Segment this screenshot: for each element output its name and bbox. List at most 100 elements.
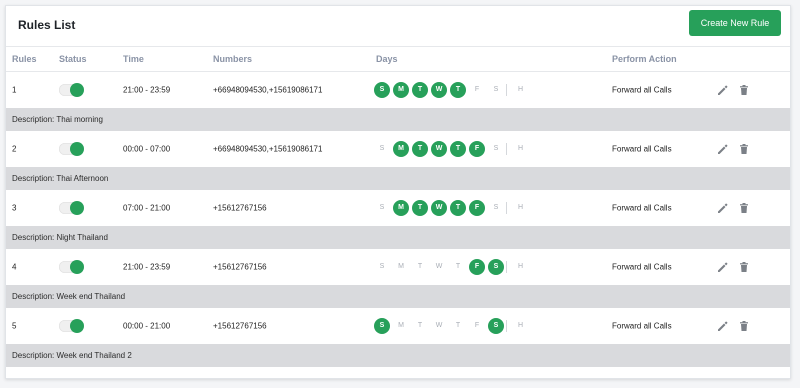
- day-chip[interactable]: F: [469, 318, 485, 334]
- rules-list-card: Rules List Create New Rule Rules Status …: [5, 5, 791, 379]
- table-row: 3 07:00 - 21:00 +15612767156 S M T W T F S H Forwar…: [6, 190, 790, 226]
- rule-action: Forward all Calls: [612, 321, 672, 331]
- rule-numbers: +66948094530,+15619086171: [213, 144, 323, 154]
- pencil-icon[interactable]: [716, 202, 728, 214]
- day-chip[interactable]: T: [450, 141, 466, 157]
- trash-icon[interactable]: [738, 261, 750, 273]
- col-numbers: Numbers: [213, 54, 253, 64]
- rule-description: Description: Night Thailand: [6, 226, 790, 249]
- day-chip[interactable]: W: [431, 82, 447, 98]
- days-divider: [506, 320, 507, 332]
- pencil-icon[interactable]: [716, 261, 728, 273]
- status-toggle[interactable]: [59, 83, 84, 97]
- table-row: 4 21:00 - 23:59 +15612767156 S M T W T F S H Forwar…: [6, 249, 790, 285]
- pencil-icon[interactable]: [716, 320, 728, 332]
- holiday-chip[interactable]: H: [518, 318, 523, 334]
- rule-description: Description: Week end Thailand: [6, 285, 790, 308]
- rule-description: Description: Thai morning: [6, 108, 790, 131]
- holiday-chip[interactable]: H: [518, 141, 523, 157]
- day-chip[interactable]: S: [374, 141, 390, 157]
- day-chip[interactable]: S: [374, 82, 390, 98]
- rule-number: 5: [12, 321, 17, 331]
- holiday-chip[interactable]: H: [518, 259, 523, 275]
- rule-numbers: +15612767156: [213, 321, 267, 331]
- day-chip[interactable]: T: [412, 141, 428, 157]
- rule-description: Description: Thai Afternoon: [6, 167, 790, 190]
- day-chip[interactable]: W: [431, 200, 447, 216]
- day-chip[interactable]: S: [374, 200, 390, 216]
- rule-number: 2: [12, 144, 17, 154]
- day-chip[interactable]: M: [393, 259, 409, 275]
- rule-action: Forward all Calls: [612, 85, 672, 95]
- day-chip[interactable]: W: [431, 318, 447, 334]
- page-title: Rules List: [18, 18, 76, 32]
- days-divider: [506, 84, 507, 96]
- day-chip[interactable]: F: [469, 200, 485, 216]
- table-row: 5 00:00 - 21:00 +15612767156 S M T W T F S H Forwar…: [6, 308, 790, 344]
- table-row: 2 00:00 - 07:00 +66948094530,+15619086171 S…: [6, 131, 790, 167]
- day-chip[interactable]: S: [488, 200, 504, 216]
- rule-time: 07:00 - 21:00: [123, 203, 171, 213]
- day-chip[interactable]: W: [431, 141, 447, 157]
- days-divider: [506, 143, 507, 155]
- status-toggle[interactable]: [59, 142, 84, 156]
- day-chip[interactable]: S: [488, 259, 504, 275]
- create-new-rule-button[interactable]: Create New Rule: [689, 10, 781, 36]
- day-chip[interactable]: S: [374, 259, 390, 275]
- rule-number: 3: [12, 203, 17, 213]
- pencil-icon[interactable]: [716, 84, 728, 96]
- day-chip[interactable]: M: [393, 318, 409, 334]
- status-toggle[interactable]: [59, 319, 84, 333]
- rule-time: 21:00 - 23:59: [123, 85, 171, 95]
- day-chip[interactable]: W: [431, 259, 447, 275]
- day-chip[interactable]: T: [412, 200, 428, 216]
- trash-icon[interactable]: [738, 202, 750, 214]
- col-perform-action: Perform Action: [612, 54, 677, 64]
- day-chip[interactable]: S: [488, 82, 504, 98]
- card-header: Rules List Create New Rule: [6, 6, 790, 47]
- trash-icon[interactable]: [738, 84, 750, 96]
- col-time: Time: [123, 54, 144, 64]
- day-chip[interactable]: T: [450, 318, 466, 334]
- pencil-icon[interactable]: [716, 143, 728, 155]
- toggle-knob: [70, 201, 84, 215]
- rule-action: Forward all Calls: [612, 144, 672, 154]
- day-chip[interactable]: T: [450, 82, 466, 98]
- rule-time: 00:00 - 21:00: [123, 321, 171, 331]
- days-divider: [506, 261, 507, 273]
- rule-numbers: +15612767156: [213, 203, 267, 213]
- day-chip[interactable]: S: [374, 318, 390, 334]
- trash-icon[interactable]: [738, 143, 750, 155]
- toggle-knob: [70, 83, 84, 97]
- days-divider: [506, 202, 507, 214]
- col-status: Status: [59, 54, 87, 64]
- day-chip[interactable]: S: [488, 318, 504, 334]
- col-days: Days: [376, 54, 398, 64]
- trash-icon[interactable]: [738, 320, 750, 332]
- day-chip[interactable]: M: [393, 82, 409, 98]
- rule-time: 00:00 - 07:00: [123, 144, 171, 154]
- day-chip[interactable]: T: [450, 259, 466, 275]
- day-chip[interactable]: M: [393, 200, 409, 216]
- day-chip[interactable]: F: [469, 82, 485, 98]
- holiday-chip[interactable]: H: [518, 82, 523, 98]
- rule-numbers: +66948094530,+15619086171: [213, 85, 323, 95]
- day-chip[interactable]: F: [469, 141, 485, 157]
- day-chip[interactable]: T: [412, 82, 428, 98]
- status-toggle[interactable]: [59, 260, 84, 274]
- day-chip[interactable]: T: [412, 259, 428, 275]
- day-chip[interactable]: T: [412, 318, 428, 334]
- day-chip[interactable]: T: [450, 200, 466, 216]
- day-chip[interactable]: F: [469, 259, 485, 275]
- rules-table-body: 1 21:00 - 23:59 +66948094530,+15619086171 S…: [6, 72, 790, 367]
- status-toggle[interactable]: [59, 201, 84, 215]
- day-chip[interactable]: M: [393, 141, 409, 157]
- toggle-knob: [70, 260, 84, 274]
- rule-number: 4: [12, 262, 17, 272]
- holiday-chip[interactable]: H: [518, 200, 523, 216]
- day-chip[interactable]: S: [488, 141, 504, 157]
- col-rules: Rules: [12, 54, 37, 64]
- rule-numbers: +15612767156: [213, 262, 267, 272]
- toggle-knob: [70, 319, 84, 333]
- rule-action: Forward all Calls: [612, 262, 672, 272]
